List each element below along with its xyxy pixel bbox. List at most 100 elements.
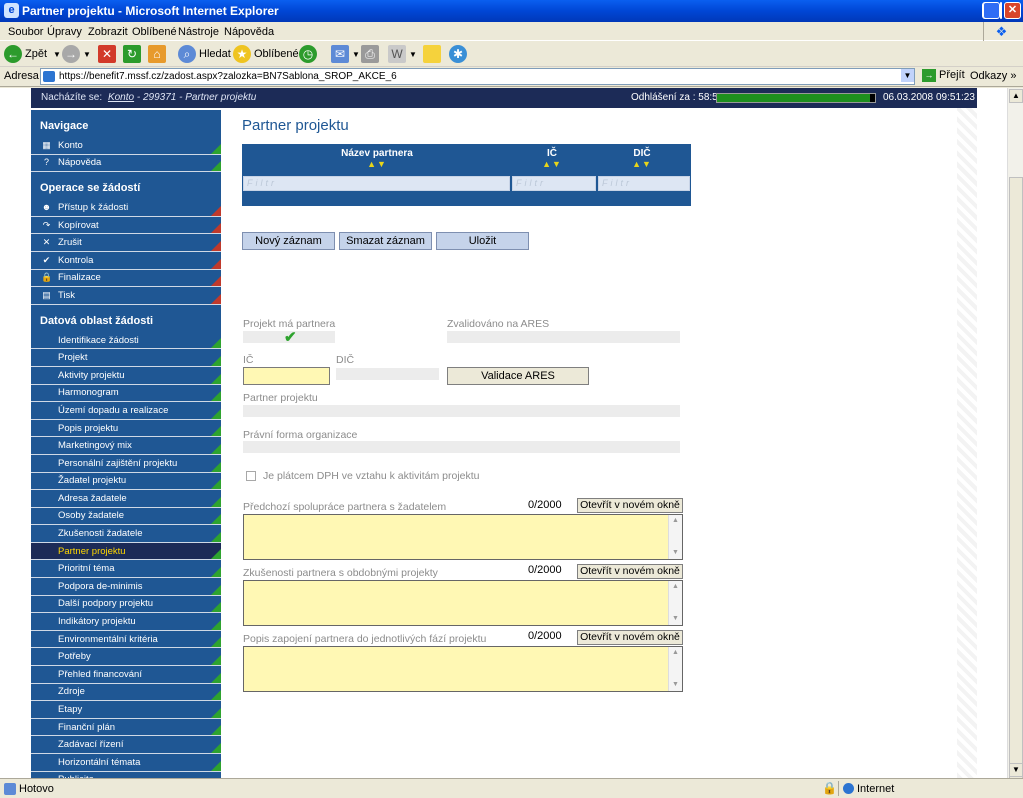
sidebar-item-data-23[interactable]: Zadávací řízení <box>31 736 221 754</box>
menu-file[interactable]: Soubor <box>8 26 43 38</box>
grid-header-ic[interactable]: IČ ▲▼ <box>532 148 572 169</box>
sidebar-item-data-5[interactable]: Popis projektu <box>31 419 221 438</box>
sidebar-item-data-9[interactable]: Adresa žadatele <box>31 490 221 508</box>
logout-timer: Odhlášení za : 58:59 <box>631 92 724 103</box>
sort-arrows-icon[interactable]: ▲▼ <box>312 159 442 169</box>
scroll-down-icon[interactable]: ▼ <box>669 679 682 691</box>
partner-label: Partner projektu <box>243 392 318 404</box>
sidebar-item-data-24[interactable]: Horizontální témata <box>31 754 221 772</box>
home-button[interactable]: ⌂ <box>148 44 169 64</box>
menu-edit[interactable]: Úpravy <box>47 26 82 38</box>
menu-favorites[interactable]: Oblíbené <box>132 26 177 38</box>
page-scrollbar[interactable]: ▲ ▼ <box>1007 88 1023 789</box>
messenger-button[interactable]: ✱ <box>449 44 470 64</box>
scroll-up-icon[interactable]: ▲ <box>669 581 682 593</box>
sidebar-item-data-0[interactable]: Identifikace žádosti <box>31 331 221 350</box>
restore-button[interactable] <box>983 2 1000 19</box>
scroll-down-icon[interactable]: ▼ <box>669 547 682 559</box>
filter-ic-input[interactable]: Filtr <box>512 176 596 191</box>
sidebar-item-data-14[interactable]: Podpora de-minimis <box>31 578 221 596</box>
menu-tools[interactable]: Nástroje <box>178 26 219 38</box>
sidebar-item-data-18[interactable]: Potřeby <box>31 648 221 667</box>
status-triangle-icon <box>211 161 221 172</box>
scroll-thumb[interactable] <box>1009 177 1023 789</box>
forward-button[interactable]: → ▼ <box>62 44 91 64</box>
sidebar-item-data-4[interactable]: Území dopadu a realizace <box>31 402 221 420</box>
sidebar-item-data-3[interactable]: Harmonogram <box>31 384 221 403</box>
sort-arrows-icon[interactable]: ▲▼ <box>532 159 572 169</box>
field3-open-button[interactable]: Otevřít v novém okně <box>577 630 683 645</box>
sidebar-item-op-1[interactable]: ↷ Kopírovat <box>31 216 221 235</box>
status-triangle-icon <box>211 707 221 718</box>
save-button[interactable]: Uložit <box>436 232 529 250</box>
field3-textarea[interactable]: ▲ ▼ <box>243 646 683 692</box>
filter-name-input[interactable]: Filtr <box>243 176 510 191</box>
menu-view[interactable]: Zobrazit <box>88 26 128 38</box>
sidebar-item-data-8[interactable]: Žadatel projektu <box>31 472 221 491</box>
address-input[interactable]: https://benefit7.mssf.cz/zadost.aspx?zal… <box>40 68 915 85</box>
sidebar-item-data-2[interactable]: Aktivity projektu <box>31 366 221 385</box>
sidebar-item-data-7[interactable]: Personální zajištění projektu <box>31 454 221 473</box>
sidebar-item-data-19[interactable]: Přehled financování <box>31 666 221 684</box>
grid-header-dic[interactable]: DIČ ▲▼ <box>622 148 662 169</box>
go-button[interactable]: → Přejít <box>922 69 965 82</box>
scroll-up-icon[interactable]: ▲ <box>669 515 682 527</box>
textarea-scrollbar[interactable]: ▲ ▼ <box>668 515 682 559</box>
sidebar-item-data-11[interactable]: Zkušenosti žadatele <box>31 525 221 543</box>
sidebar-item-op-2[interactable]: ✕ Zrušit <box>31 234 221 252</box>
sidebar-item-data-13[interactable]: Prioritní téma <box>31 560 221 579</box>
vat-checkbox[interactable] <box>246 471 256 481</box>
notes-button[interactable] <box>423 44 444 64</box>
menu-help[interactable]: Nápověda <box>224 26 274 38</box>
sidebar-item-op-3[interactable]: ✔ Kontrola <box>31 251 221 270</box>
sidebar-item-nav-1[interactable]: ? Nápověda <box>31 154 221 173</box>
sort-arrows-icon[interactable]: ▲▼ <box>622 159 662 169</box>
textarea-scrollbar[interactable]: ▲ ▼ <box>668 647 682 691</box>
back-button[interactable]: ← Zpět ▼ <box>4 44 61 64</box>
refresh-button[interactable]: ↻ <box>123 44 144 64</box>
search-button[interactable]: ⌕ Hledat <box>178 44 231 64</box>
validate-ares-button[interactable]: Validace ARES <box>447 367 589 385</box>
address-dropdown-icon[interactable]: ▼ <box>901 69 914 82</box>
history-button[interactable]: ◷ <box>299 44 320 64</box>
sidebar-item-op-0[interactable]: ☻ Přístup k žádosti <box>31 199 221 217</box>
links-button[interactable]: Odkazy » <box>970 70 1016 82</box>
sidebar-item-data-10[interactable]: Osoby žadatele <box>31 507 221 526</box>
new-record-button[interactable]: Nový záznam <box>242 232 335 250</box>
stop-button[interactable]: ✕ <box>98 44 119 64</box>
scroll-up-icon[interactable]: ▲ <box>669 647 682 659</box>
breadcrumb-link-konto[interactable]: Konto <box>108 92 134 103</box>
stop-icon: ✕ <box>98 45 116 63</box>
edit-button[interactable]: W ▼ <box>388 44 417 64</box>
sidebar-item-data-20[interactable]: Zdroje <box>31 683 221 702</box>
delete-record-button[interactable]: Smazat záznam <box>339 232 432 250</box>
status-triangle-icon <box>211 496 221 507</box>
scroll-down-icon[interactable]: ▼ <box>669 613 682 625</box>
mail-button[interactable]: ✉ ▼ <box>331 44 360 64</box>
field1-textarea[interactable]: ▲ ▼ <box>243 514 683 560</box>
print-button[interactable]: ⎙ <box>361 44 382 64</box>
sidebar-item-nav-0[interactable]: ▦ Konto <box>31 137 221 155</box>
field2-textarea[interactable]: ▲ ▼ <box>243 580 683 626</box>
sidebar-item-data-1[interactable]: Projekt <box>31 349 221 367</box>
textarea-scrollbar[interactable]: ▲ ▼ <box>668 581 682 625</box>
sidebar-item-data-22[interactable]: Finanční plán <box>31 718 221 737</box>
sidebar-item-data-15[interactable]: Další podpory projektu <box>31 595 221 614</box>
sidebar-item-data-6[interactable]: Marketingový mix <box>31 437 221 455</box>
sidebar-item-data-16[interactable]: Indikátory projektu <box>31 613 221 631</box>
scroll-up-icon[interactable]: ▲ <box>1009 89 1023 103</box>
sidebar-item-data-21[interactable]: Etapy <box>31 701 221 719</box>
field1-open-button[interactable]: Otevřít v novém okně <box>577 498 683 513</box>
sidebar-item-data-12[interactable]: Partner projektu <box>31 542 221 561</box>
field2-open-button[interactable]: Otevřít v novém okně <box>577 564 683 579</box>
ic-input[interactable] <box>243 367 330 385</box>
sidebar-item-op-5[interactable]: ▤ Tisk <box>31 287 221 305</box>
scroll-down-icon[interactable]: ▼ <box>1009 763 1023 777</box>
filter-dic-input[interactable]: Filtr <box>598 176 690 191</box>
close-button[interactable]: ✕ <box>1004 2 1021 19</box>
history-icon: ◷ <box>299 45 317 63</box>
sidebar-item-data-17[interactable]: Environmentální kritéria <box>31 630 221 649</box>
grid-header-name[interactable]: Název partnera ▲▼ <box>312 148 442 169</box>
favorites-button[interactable]: ★ Oblíbené <box>233 44 299 64</box>
sidebar-item-op-4[interactable]: 🔒 Finalizace <box>31 269 221 288</box>
